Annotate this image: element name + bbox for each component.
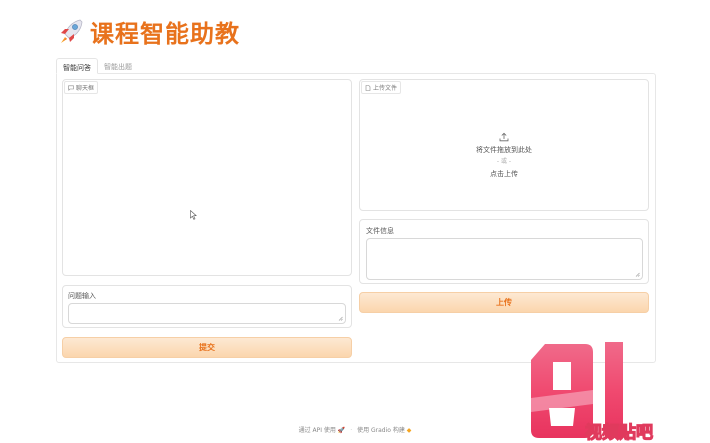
submit-button[interactable]: 提交 xyxy=(62,337,352,358)
upload-panel[interactable]: 上传文件 将文件拖放到此处 - 或 - 点击上传 xyxy=(359,79,649,211)
chat-icon xyxy=(68,85,74,91)
resize-grip-icon[interactable] xyxy=(635,272,640,277)
question-block: 问题输入 xyxy=(62,285,352,328)
upload-drop-text: 将文件拖放到此处 xyxy=(476,146,532,154)
question-label: 问题输入 xyxy=(68,292,96,300)
api-link[interactable]: 通过 API 使用 xyxy=(299,427,336,434)
tab-smart-qa[interactable]: 智能问答 xyxy=(56,58,98,74)
mouse-cursor-icon xyxy=(190,210,197,220)
gradio-link[interactable]: 使用 Gradio 构建 xyxy=(357,427,405,434)
watermark-subtext: 视频贴吧 xyxy=(585,422,653,443)
upload-dropzone[interactable]: 将文件拖放到此处 - 或 - 点击上传 xyxy=(360,132,648,180)
upload-icon xyxy=(499,132,509,142)
upload-click-text[interactable]: 点击上传 xyxy=(360,168,648,180)
resize-grip-icon[interactable] xyxy=(338,316,343,321)
chatbot-panel: 聊天框 xyxy=(62,79,352,276)
file-info-textarea[interactable] xyxy=(366,238,643,280)
rocket-icon: 🚀 xyxy=(337,427,346,434)
upload-or-text: - 或 - xyxy=(496,158,512,165)
upload-label-text: 上传文件 xyxy=(373,85,398,92)
chatbot-label: 聊天框 xyxy=(64,81,99,94)
upload-label: 上传文件 xyxy=(361,81,402,94)
tab-smart-quiz[interactable]: 智能出题 xyxy=(98,58,138,74)
chatbot-label-text: 聊天框 xyxy=(76,85,95,92)
watermark-logo: 视频贴吧 xyxy=(531,342,654,443)
question-input[interactable] xyxy=(68,303,346,324)
rocket-icon xyxy=(61,19,83,43)
gradio-logo-icon: ◆ xyxy=(406,427,412,434)
file-info-label: 文件信息 xyxy=(366,227,394,235)
file-icon xyxy=(365,84,371,91)
upload-button[interactable]: 上传 xyxy=(359,292,649,313)
app-title: 课程智能助教 xyxy=(90,20,240,48)
file-info-block: 文件信息 xyxy=(359,219,649,284)
page-title: 课程智能助教 xyxy=(58,14,240,49)
tab-bar: 智能问答 智能出题 xyxy=(56,58,138,74)
footer-separator: · xyxy=(350,427,353,434)
